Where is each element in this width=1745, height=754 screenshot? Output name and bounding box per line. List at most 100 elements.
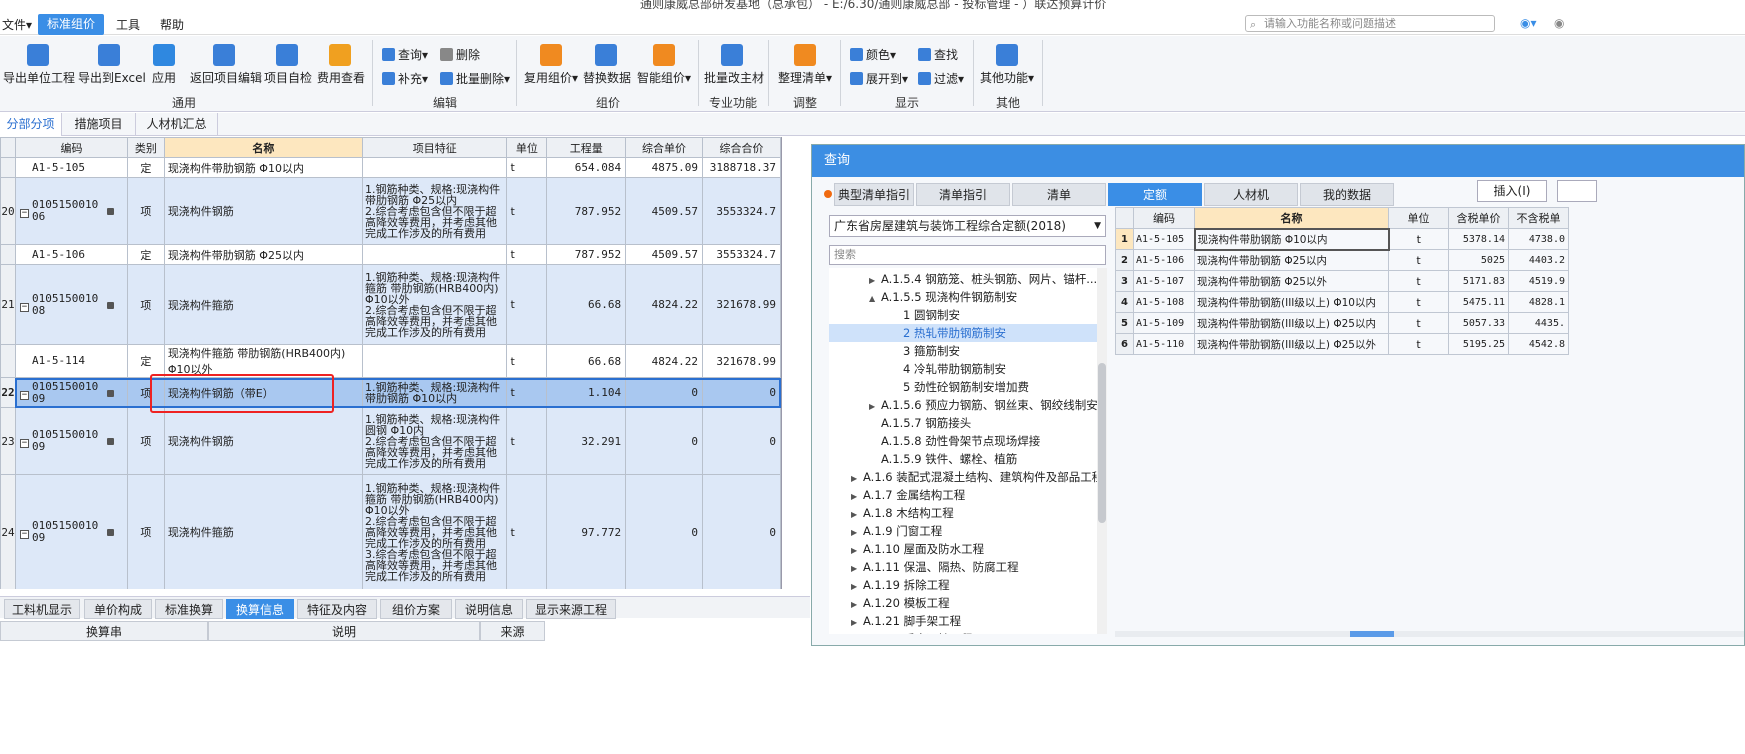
tree-node[interactable]: ▶ A.1.10 屋面及防水工程 bbox=[851, 540, 984, 558]
tree-node[interactable]: A.1.5.7 钢筋接头 bbox=[869, 414, 971, 432]
result-unit[interactable]: t bbox=[1388, 291, 1449, 313]
item-unit[interactable]: t bbox=[506, 407, 548, 475]
item-type[interactable]: 项 bbox=[126, 264, 165, 345]
user-icon[interactable]: ◉ bbox=[1554, 16, 1564, 30]
bill-item-row[interactable]: 21 −010515001008 项现浇构件箍筋 1.钢筋种类、规格:现浇构件箍筋 带… bbox=[0, 264, 781, 345]
item-quantity[interactable]: 32.291 bbox=[546, 407, 627, 475]
fee-view-button[interactable]: 费用查看 bbox=[317, 44, 365, 86]
replace-button[interactable] bbox=[1557, 180, 1597, 202]
item-type[interactable]: 定 bbox=[126, 244, 165, 265]
quota-library-select[interactable]: 广东省房屋建筑与装饰工程综合定额(2018) ▼ bbox=[829, 215, 1106, 237]
item-name[interactable]: 现浇构件钢筋 bbox=[163, 407, 363, 475]
supplement-button[interactable]: 补充▾ bbox=[382, 70, 428, 87]
menu-tools[interactable]: 工具 bbox=[116, 16, 140, 33]
project-self-check-button[interactable]: 项目自检 bbox=[264, 44, 312, 86]
return-project-edit-button[interactable]: 返回项目编辑 bbox=[190, 44, 262, 86]
result-unit[interactable]: t bbox=[1388, 312, 1449, 334]
item-code[interactable]: −010515001009 bbox=[14, 474, 128, 589]
tab-labor-material-summary[interactable]: 人材机汇总 bbox=[136, 113, 218, 136]
result-unit[interactable]: t bbox=[1388, 333, 1449, 355]
item-code[interactable]: A1-5-105 bbox=[14, 157, 128, 178]
tree-node[interactable]: 1 圆钢制安 bbox=[891, 306, 960, 324]
result-unit[interactable]: t bbox=[1388, 228, 1449, 250]
item-unit[interactable]: t bbox=[506, 244, 548, 265]
item-unit[interactable]: t bbox=[506, 157, 548, 178]
item-quantity[interactable]: 654.084 bbox=[546, 157, 627, 178]
item-feature[interactable] bbox=[361, 244, 508, 265]
item-feature[interactable]: 1.钢筋种类、规格:现浇构件箍筋 带肋钢筋(HRB400内) Φ10以外 2.综… bbox=[361, 474, 508, 589]
result-name[interactable]: 现浇构件带肋钢筋(III级以上) Φ10以内 bbox=[1194, 291, 1389, 313]
result-price-tax[interactable]: 5378.14 bbox=[1448, 228, 1509, 250]
menu-help[interactable]: 帮助 bbox=[160, 16, 184, 33]
item-feature[interactable]: 1.钢筋种类、规格:现浇构件箍筋 带肋钢筋(HRB400内) Φ10以外 2.综… bbox=[361, 264, 508, 345]
result-price-tax[interactable]: 5475.11 bbox=[1448, 291, 1509, 313]
tree-search-input[interactable]: 搜索 bbox=[829, 245, 1106, 265]
query-tab[interactable]: 清单指引 bbox=[916, 183, 1010, 206]
query-tab[interactable]: 清单 bbox=[1012, 183, 1106, 206]
item-name[interactable]: 现浇构件箍筋 bbox=[163, 474, 363, 589]
item-code[interactable]: A1-5-106 bbox=[14, 244, 128, 265]
result-price-notax[interactable]: 4519.9 bbox=[1508, 270, 1569, 292]
row-number[interactable]: 23 bbox=[0, 407, 16, 475]
detail-tab[interactable]: 组价方案 bbox=[380, 599, 452, 619]
item-total-price[interactable]: 3188718.37 bbox=[701, 157, 781, 178]
result-name[interactable]: 现浇构件带肋钢筋(III级以上) Φ25以外 bbox=[1194, 333, 1389, 355]
result-unit[interactable]: t bbox=[1388, 249, 1449, 271]
col-header-unit-price[interactable]: 综合单价 bbox=[625, 137, 703, 158]
quota-result-row[interactable]: 6 A1-5-110 现浇构件带肋钢筋(III级以上) Φ25以外 t 5195.25 4… bbox=[1115, 333, 1569, 355]
result-row-number[interactable]: 5 bbox=[1115, 312, 1134, 334]
result-price-notax[interactable]: 4403.2 bbox=[1508, 249, 1569, 271]
bill-item-row[interactable]: 24 −010515001009 项现浇构件箍筋 1.钢筋种类、规格:现浇构件箍筋 带… bbox=[0, 474, 781, 589]
result-name[interactable]: 现浇构件带肋钢筋 Φ25以内 bbox=[1194, 249, 1389, 271]
item-total-price[interactable]: 0 bbox=[701, 474, 781, 589]
tree-node[interactable]: ▶ A.1.19 拆除工程 bbox=[851, 576, 950, 594]
col-header-description[interactable]: 说明 bbox=[208, 621, 480, 641]
result-col-header[interactable]: 含税单价 bbox=[1448, 207, 1509, 229]
item-unit-price[interactable]: 4509.57 bbox=[625, 244, 703, 265]
collapse-icon[interactable]: − bbox=[19, 209, 29, 218]
item-total-price[interactable]: 3553324.7 bbox=[701, 244, 781, 265]
detail-tab[interactable]: 显示来源工程 bbox=[526, 599, 616, 619]
expand-arrow-icon[interactable]: ▶ bbox=[851, 632, 863, 634]
organize-list-button[interactable]: 整理清单▾ bbox=[777, 44, 833, 86]
col-header-total-price[interactable]: 综合合价 bbox=[701, 137, 781, 158]
result-row-number[interactable]: 2 bbox=[1115, 249, 1134, 271]
item-type[interactable]: 项 bbox=[126, 407, 165, 475]
result-code[interactable]: A1-5-107 bbox=[1133, 270, 1195, 292]
result-code[interactable]: A1-5-108 bbox=[1133, 291, 1195, 313]
result-price-tax[interactable]: 5057.33 bbox=[1448, 312, 1509, 334]
apply-button[interactable]: 应用 bbox=[149, 44, 179, 86]
item-quantity[interactable]: 97.772 bbox=[546, 474, 627, 589]
bill-item-row[interactable]: 20 −010515001006 项现浇构件钢筋 1.钢筋种类、规格:现浇构件带肋钢筋… bbox=[0, 177, 781, 245]
detail-tab[interactable]: 换算信息 bbox=[226, 599, 294, 619]
export-unit-project-button[interactable]: 导出单位工程 bbox=[3, 44, 75, 86]
tree-node[interactable]: ▶ A.1.5.6 预应力钢筋、钢丝束、钢绞线制安 bbox=[869, 396, 1097, 414]
item-type[interactable]: 定 bbox=[126, 157, 165, 178]
query-tab[interactable]: 我的数据 bbox=[1300, 183, 1394, 206]
item-quantity[interactable]: 787.952 bbox=[546, 177, 627, 245]
item-code[interactable]: −010515001009 bbox=[14, 407, 128, 475]
item-quantity[interactable]: 787.952 bbox=[546, 244, 627, 265]
item-code[interactable]: −010515001006 bbox=[14, 177, 128, 245]
result-price-tax[interactable]: 5195.25 bbox=[1448, 333, 1509, 355]
item-unit-price[interactable]: 4824.22 bbox=[625, 344, 703, 378]
tree-node[interactable]: ▲ A.1.5.5 现浇构件钢筋制安 bbox=[869, 288, 1017, 306]
item-unit[interactable]: t bbox=[506, 344, 548, 378]
result-col-header[interactable]: 单位 bbox=[1388, 207, 1449, 229]
item-quantity[interactable]: 66.68 bbox=[546, 344, 627, 378]
item-total-price[interactable]: 321678.99 bbox=[701, 264, 781, 345]
result-price-notax[interactable]: 4435. bbox=[1508, 312, 1569, 334]
result-code[interactable]: A1-5-105 bbox=[1133, 228, 1195, 250]
item-unit-price[interactable]: 4875.09 bbox=[625, 157, 703, 178]
item-code[interactable]: A1-5-114 bbox=[14, 344, 128, 378]
scrollbar-thumb[interactable] bbox=[1350, 631, 1394, 637]
scrollbar-thumb[interactable] bbox=[1098, 363, 1106, 523]
item-feature[interactable] bbox=[361, 157, 508, 178]
delete-button[interactable]: 删除 bbox=[440, 46, 480, 63]
tree-node[interactable]: ▶A.1.22 垂直运输工程 bbox=[851, 630, 973, 634]
tree-node[interactable]: ▶ A.1.8 木结构工程 bbox=[851, 504, 954, 522]
col-header-quantity[interactable]: 工程量 bbox=[546, 137, 627, 158]
quota-result-row[interactable]: 3 A1-5-107 现浇构件带肋钢筋 Φ25以外 t 5171.83 4519.9 bbox=[1115, 270, 1569, 292]
item-unit-price[interactable]: 0 bbox=[625, 474, 703, 589]
result-col-header[interactable]: 编码 bbox=[1133, 207, 1195, 229]
